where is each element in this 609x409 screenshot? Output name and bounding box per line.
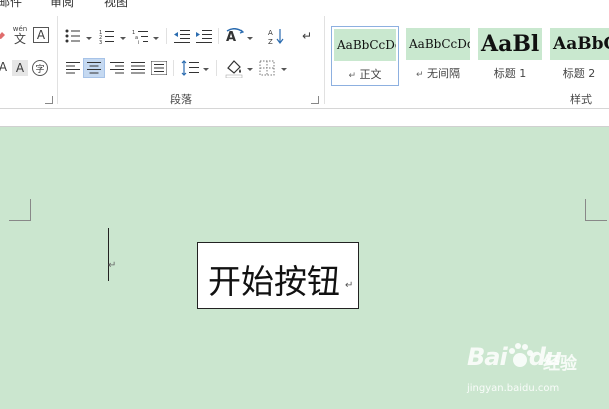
page-corner-mark — [9, 199, 31, 221]
line-spacing-dropdown-icon[interactable] — [203, 68, 209, 71]
multilevel-list-icon[interactable]: 1ai — [131, 28, 151, 44]
text-cursor — [108, 228, 109, 281]
paragraph-group-label: 段落 — [170, 93, 192, 106]
shading-dropdown-icon[interactable] — [247, 68, 253, 71]
style-no-spacing-label: ↵ 无间隔 — [404, 65, 472, 81]
multilevel-list-dropdown-icon[interactable] — [153, 37, 159, 40]
style-heading-1-sample: AaBl — [478, 28, 542, 60]
sort-icon[interactable]: AZ — [268, 27, 286, 45]
document-top-strip — [0, 109, 609, 127]
svg-text:Z: Z — [268, 38, 273, 45]
style-heading-1-label: 标题 1 — [493, 67, 527, 80]
style-normal[interactable]: AaBbCcDd ↵ 正文 — [331, 26, 399, 86]
font-dialog-launcher-icon[interactable] — [45, 96, 53, 104]
style-normal-label: ↵ 正文 — [332, 66, 398, 82]
style-heading-2-sample: AaBbC — [550, 28, 609, 60]
style-normal-sample: AaBbCcDd — [334, 29, 396, 61]
baidu-paw-icon — [509, 343, 533, 367]
numbering-icon[interactable]: 123 — [98, 28, 116, 44]
style-no-spacing[interactable]: AaBbCcDd ↵ 无间隔 — [404, 26, 472, 86]
align-right-icon[interactable] — [108, 60, 126, 76]
page-corner-mark — [585, 199, 607, 221]
tab-review[interactable]: 审阅 — [50, 0, 74, 10]
shading-icon[interactable] — [224, 58, 244, 78]
paragraph-mark-glyph: ↵ — [301, 29, 313, 43]
svg-text:A: A — [268, 29, 273, 37]
button-separator — [218, 28, 219, 44]
justify-icon[interactable] — [129, 60, 147, 76]
font-color-icon[interactable]: A — [0, 60, 8, 74]
phonetic-char: 文 — [13, 31, 26, 46]
borders-icon[interactable] — [258, 59, 276, 77]
paragraph-mark: ↵ — [345, 280, 354, 291]
group-separator — [324, 16, 325, 104]
enclosed-char: 字 — [35, 64, 45, 75]
chinese-layout-dropdown-icon[interactable] — [247, 37, 253, 40]
paragraph-dialog-launcher-icon[interactable] — [311, 96, 319, 104]
button-separator — [173, 60, 174, 76]
decrease-indent-icon[interactable] — [173, 28, 191, 44]
ribbon: wén 文 A A A 字 123 1ai A A Z ↵ 段落 AaBbCcD… — [0, 10, 609, 109]
text-box[interactable]: 开始按钮 ↵ — [197, 242, 359, 309]
shaded-letter: A — [15, 61, 25, 75]
distributed-icon[interactable] — [150, 60, 168, 76]
style-normal-name: 正文 — [359, 68, 382, 81]
group-separator — [57, 16, 58, 104]
watermark: Bai du 经验 jingyan.baidu.com — [465, 343, 605, 405]
character-shading-icon[interactable]: A — [12, 60, 28, 76]
chinese-layout-icon[interactable]: A — [225, 27, 245, 45]
borders-dropdown-icon[interactable] — [281, 68, 287, 71]
phonetic-guide-icon[interactable]: wén 文 — [10, 24, 30, 46]
styles-group-label: 样式 — [570, 93, 592, 106]
tab-view[interactable]: 视图 — [104, 0, 128, 10]
bullets-icon[interactable] — [64, 28, 82, 44]
increase-indent-icon[interactable] — [195, 28, 213, 44]
enclose-characters-icon[interactable]: A — [33, 27, 49, 43]
watermark-brand-bai: Bai — [467, 343, 508, 371]
boxed-char: A — [36, 28, 46, 42]
watermark-product: 经验 — [543, 354, 577, 374]
line-spacing-icon[interactable] — [180, 59, 200, 77]
eraser-icon[interactable] — [0, 28, 6, 42]
style-heading-2-label: 标题 2 — [562, 67, 596, 80]
bullets-dropdown-icon[interactable] — [86, 37, 92, 40]
button-separator — [216, 60, 217, 76]
svg-text:A: A — [226, 30, 236, 44]
style-heading-1[interactable]: AaBl 标题 1 — [476, 26, 544, 86]
align-center-icon[interactable] — [83, 58, 105, 78]
style-no-spacing-name: 无间隔 — [427, 67, 461, 80]
align-left-icon[interactable] — [64, 60, 82, 76]
paragraph-mark: ↵ — [108, 260, 117, 271]
ribbon-tab-strip: 邮件 审阅 视图 — [0, 0, 609, 10]
paragraph-mark: ↵ — [348, 71, 357, 81]
watermark-url: jingyan.baidu.com — [467, 383, 560, 394]
show-paragraph-marks-icon[interactable]: ↵ — [300, 28, 314, 44]
svg-text:3: 3 — [99, 40, 102, 44]
style-no-spacing-sample: AaBbCcDd — [406, 28, 470, 60]
text-box-content[interactable]: 开始按钮 — [208, 255, 340, 303]
numbering-dropdown-icon[interactable] — [120, 37, 126, 40]
font-letter: A — [0, 60, 8, 74]
button-separator — [166, 28, 167, 44]
paragraph-mark: ↵ — [415, 70, 424, 80]
enclosed-character-icon[interactable]: 字 — [32, 60, 48, 76]
style-heading-2[interactable]: AaBbC 标题 2 — [548, 26, 609, 86]
svg-text:i: i — [138, 40, 139, 44]
tab-mailings[interactable]: 邮件 — [0, 0, 22, 10]
